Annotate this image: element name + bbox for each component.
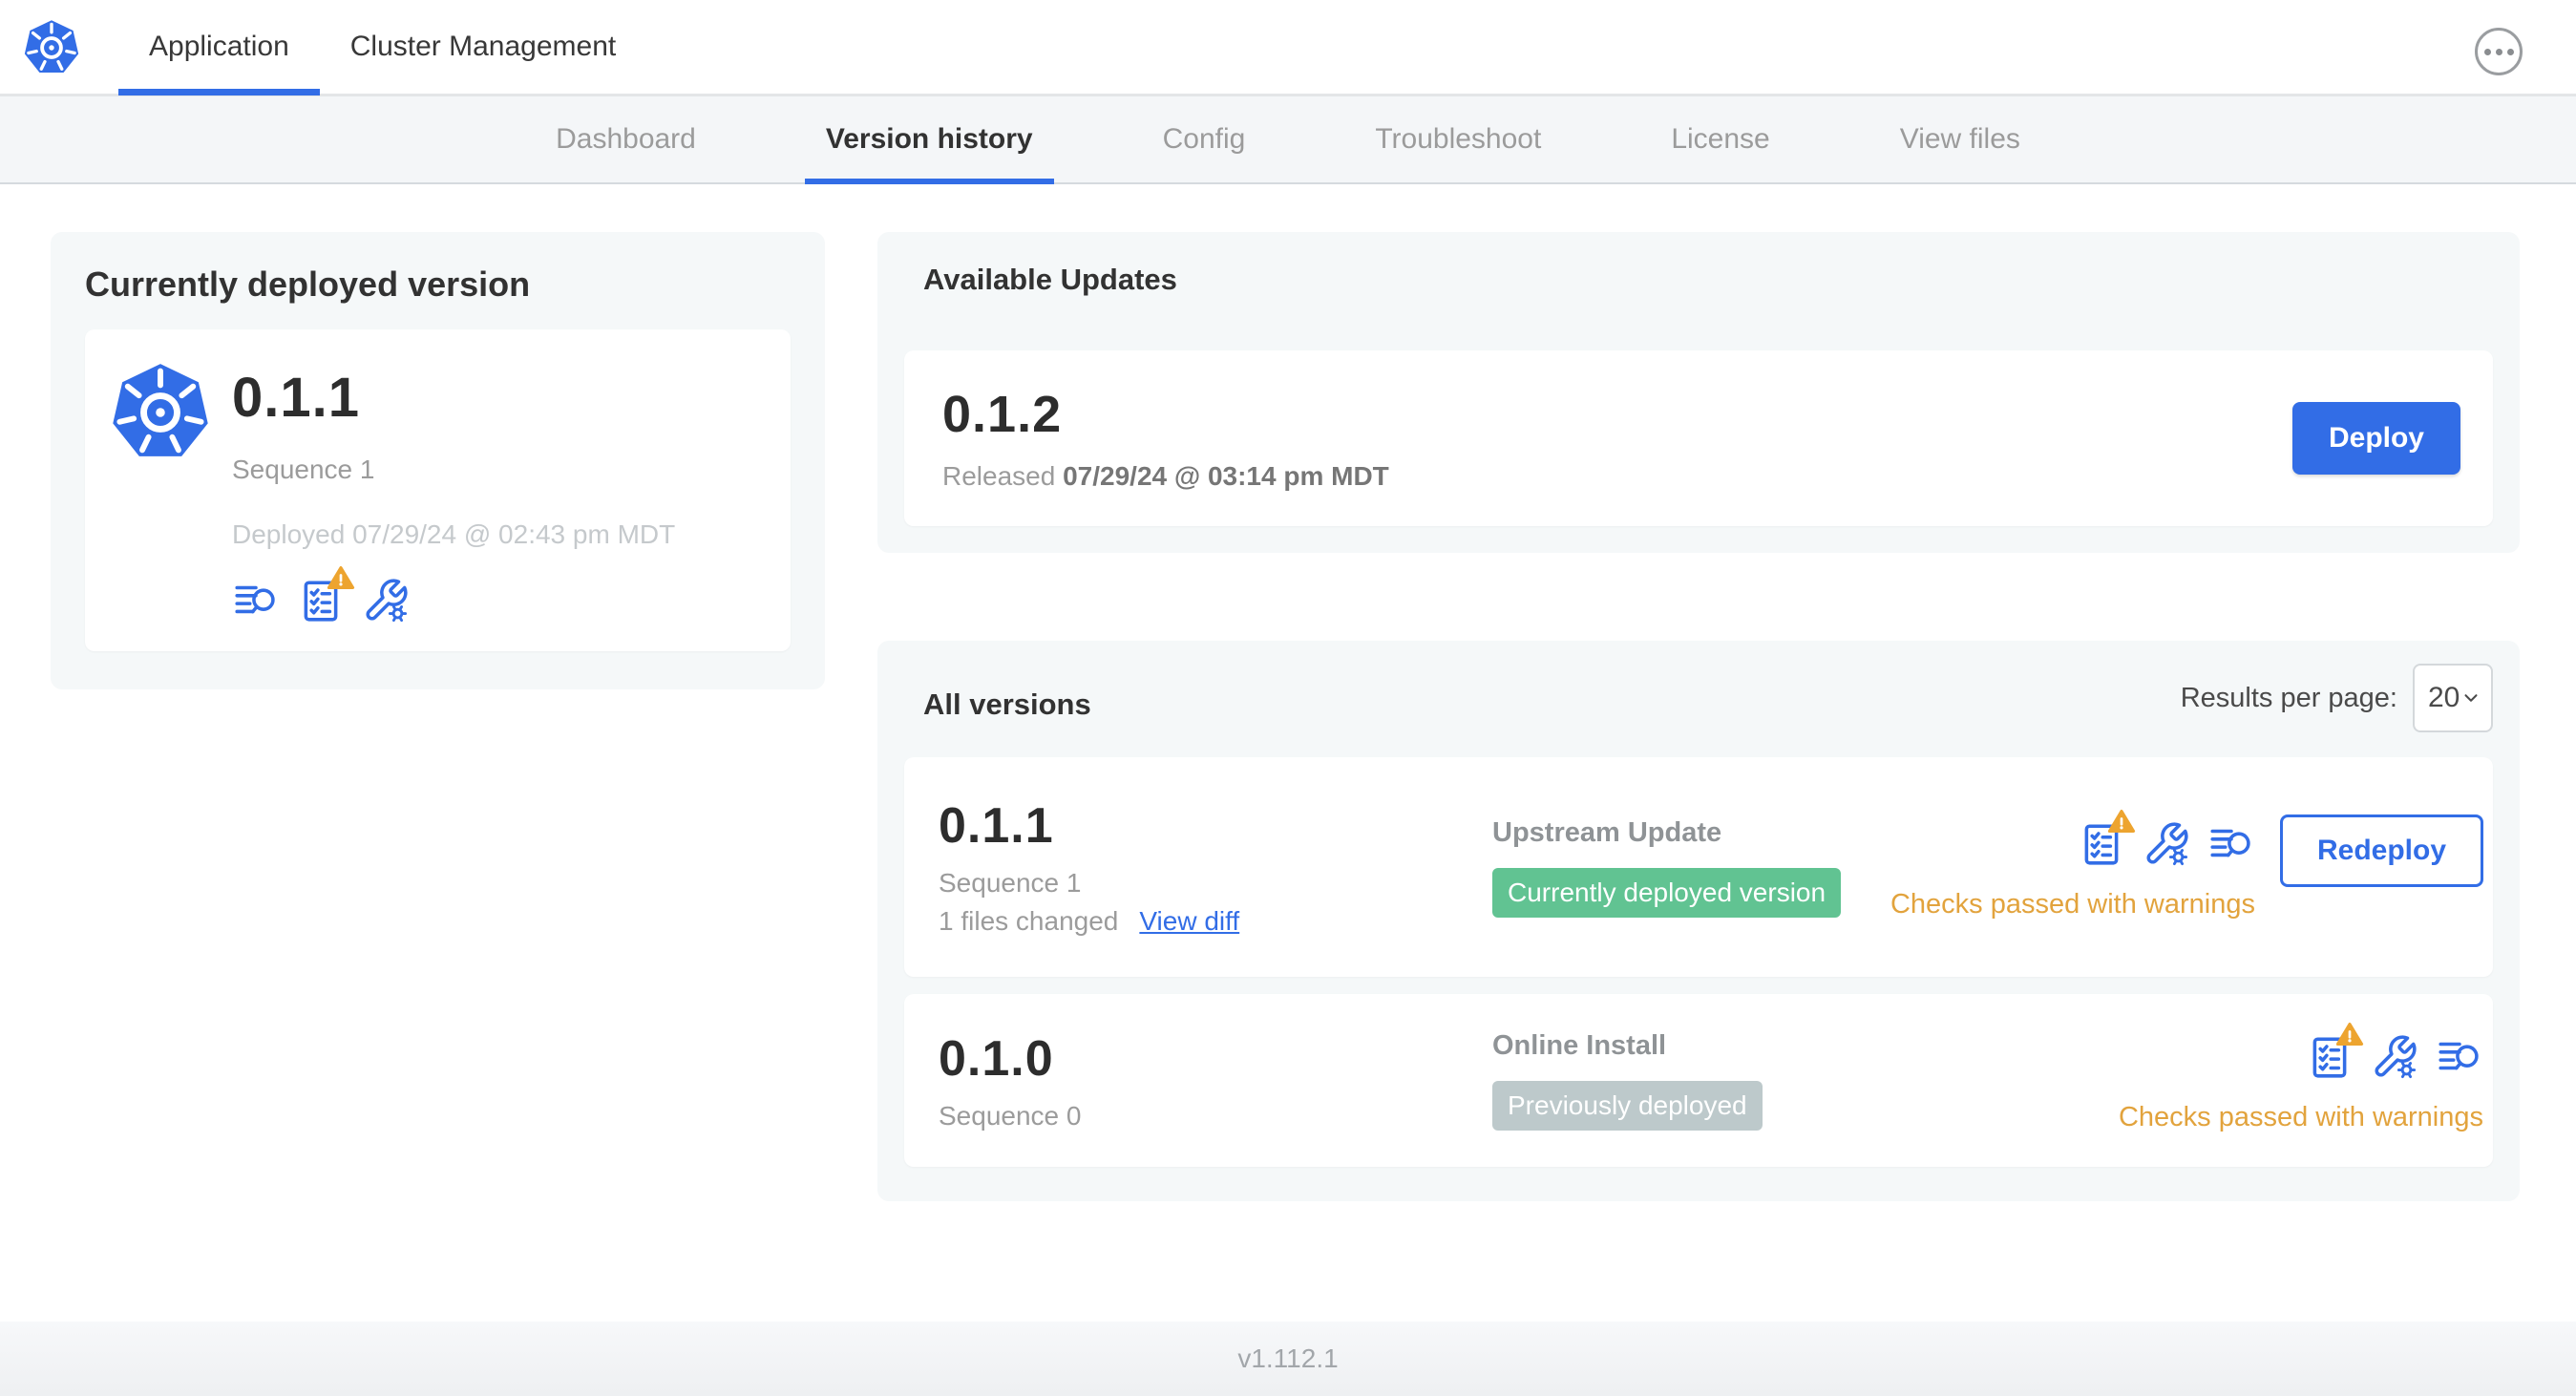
kubernetes-logo-icon [23, 19, 80, 76]
app-subnav: Dashboard Version history Config Trouble… [0, 95, 2576, 184]
wrench-gear-icon[interactable] [2371, 1033, 2418, 1081]
row-sequence: Sequence 0 [939, 1100, 1082, 1131]
deploy-logs-icon[interactable] [2436, 1033, 2483, 1081]
version-row-0-1-0: 0.1.0 Sequence 0 Online Install Previous… [904, 994, 2493, 1167]
overflow-menu-button[interactable] [2475, 28, 2523, 75]
results-per-page-value: 20 [2428, 682, 2460, 713]
update-card: 0.1.2 Released 07/29/24 @ 03:14 pm MDT D… [904, 350, 2493, 526]
update-version-number: 0.1.2 [942, 386, 1063, 443]
currently-deployed-panel: Currently deployed version 0.1.1 Sequenc… [51, 232, 825, 689]
ellipsis-dot [2483, 48, 2491, 55]
all-versions-title: All versions [923, 687, 1091, 721]
released-date: 07/29/24 @ 03:14 pm MDT [1063, 461, 1389, 491]
all-versions-panel: All versions Results per page: 20 0.1.1 [877, 641, 2520, 1201]
preflight-checklist-icon[interactable] [2306, 1023, 2364, 1081]
released-prefix: Released [942, 461, 1056, 491]
deployed-version-info: 0.1.1 Sequence 1 Deployed 07/29/24 @ 02:… [232, 356, 675, 624]
right-column: Available Updates 0.1.2 Released 07/29/2… [877, 232, 2520, 1201]
subnav-tab-troubleshoot[interactable]: Troubleshoot [1354, 96, 1562, 182]
subnav-label: Troubleshoot [1375, 123, 1542, 155]
checks-column: Checks passed with warnings [1890, 809, 2255, 920]
update-released-line: Released 07/29/24 @ 03:14 pm MDT [942, 461, 1389, 492]
view-diff-link[interactable]: View diff [1139, 906, 1239, 937]
preflight-status-text: Checks passed with warnings [1890, 888, 2255, 920]
subnav-tab-license[interactable]: License [1650, 96, 1790, 182]
subnav-label: Config [1162, 123, 1246, 155]
console-version: v1.112.1 [1237, 1343, 1339, 1373]
app-header: Application Cluster Management [0, 0, 2576, 95]
ellipsis-dot [2506, 48, 2514, 55]
tab-cluster-management[interactable]: Cluster Management [320, 0, 646, 94]
deployed-version-number: 0.1.1 [232, 367, 360, 429]
row-action-icons [2078, 809, 2255, 868]
deployed-sequence: Sequence 1 [232, 455, 375, 484]
deployed-version-actions [232, 566, 675, 624]
kubernetes-app-icon [110, 362, 211, 463]
results-per-page-label: Results per page: [2180, 682, 2397, 713]
redeploy-button[interactable]: Redeploy [2279, 814, 2483, 887]
files-changed-line: 1 files changed View diff [939, 906, 1492, 937]
results-per-page: Results per page: 20 [2181, 664, 2493, 732]
main-content: Currently deployed version 0.1.1 Sequenc… [0, 184, 2576, 1322]
available-updates-panel: Available Updates 0.1.2 Released 07/29/2… [877, 232, 2520, 553]
subnav-label: View files [1899, 123, 2020, 155]
subnav-label: License [1671, 123, 1770, 155]
row-version-number: 0.1.1 [939, 798, 1054, 854]
console-footer: v1.112.1 [0, 1322, 2576, 1396]
all-versions-header: All versions Results per page: 20 [904, 664, 2493, 732]
deployed-timestamp: Deployed 07/29/24 @ 02:43 pm MDT [232, 519, 676, 549]
version-cell: 0.1.1 Sequence 1 1 files changed View di… [939, 797, 1492, 937]
version-source: Upstream Update [1492, 816, 1722, 848]
subnav-tab-view-files[interactable]: View files [1879, 96, 2041, 182]
subnav-label: Dashboard [556, 123, 696, 155]
checks-column: Checks passed with warnings [2118, 1023, 2483, 1133]
row-sequence: Sequence 1 [939, 868, 1082, 898]
header-tabs: Application Cluster Management [118, 0, 646, 95]
actions-cell: Checks passed with warnings Redeploy [1890, 809, 2483, 920]
actions-cell: Checks passed with warnings [2118, 1023, 2483, 1133]
wrench-gear-icon[interactable] [362, 577, 410, 624]
deployment-status-badge: Currently deployed version [1492, 867, 1842, 918]
row-action-icons [2306, 1023, 2483, 1081]
wrench-gear-icon[interactable] [2143, 820, 2190, 868]
version-row-0-1-1: 0.1.1 Sequence 1 1 files changed View di… [904, 757, 2493, 977]
deployed-version-card: 0.1.1 Sequence 1 Deployed 07/29/24 @ 02:… [85, 329, 791, 651]
source-cell: Upstream Update Currently deployed versi… [1492, 817, 1890, 918]
warning-triangle-icon [2335, 1023, 2364, 1046]
preflight-status-text: Checks passed with warnings [2118, 1102, 2483, 1132]
warning-triangle-icon [327, 566, 355, 590]
warning-triangle-icon [2107, 809, 2136, 833]
row-version-number: 0.1.0 [939, 1030, 1054, 1087]
currently-deployed-title: Currently deployed version [85, 264, 531, 304]
tab-application-label: Application [149, 31, 289, 62]
deploy-button[interactable]: Deploy [2291, 402, 2460, 475]
active-tab-underline [804, 179, 1054, 184]
preflight-checklist-icon[interactable] [2078, 809, 2136, 868]
update-info: 0.1.2 Released 07/29/24 @ 03:14 pm MDT [942, 385, 1389, 492]
available-updates-title: Available Updates [923, 263, 1177, 296]
deployment-status-badge: Previously deployed [1492, 1081, 1763, 1131]
subnav-tab-config[interactable]: Config [1142, 96, 1267, 182]
source-cell: Online Install Previously deployed [1492, 1030, 2119, 1131]
chevron-down-icon [2464, 694, 2478, 702]
version-source: Online Install [1492, 1030, 1667, 1061]
subnav-tab-version-history[interactable]: Version history [804, 96, 1054, 184]
preflight-checklist-icon[interactable] [297, 566, 355, 624]
ellipsis-dot [2495, 48, 2502, 55]
version-cell: 0.1.0 Sequence 0 [939, 1030, 1492, 1132]
admin-console-page: Application Cluster Management Dashboard… [0, 0, 2576, 1396]
results-per-page-select[interactable]: 20 [2413, 664, 2493, 732]
deploy-logs-icon[interactable] [232, 577, 280, 624]
active-tab-underline [118, 89, 320, 95]
files-changed-count: 1 files changed [939, 906, 1119, 936]
version-rows: 0.1.1 Sequence 1 1 files changed View di… [904, 757, 2493, 1167]
tab-cluster-management-label: Cluster Management [349, 31, 617, 62]
deploy-logs-icon[interactable] [2207, 820, 2255, 868]
subnav-tab-dashboard[interactable]: Dashboard [535, 96, 717, 182]
subnav-label: Version history [825, 123, 1033, 155]
tab-application[interactable]: Application [118, 0, 320, 95]
